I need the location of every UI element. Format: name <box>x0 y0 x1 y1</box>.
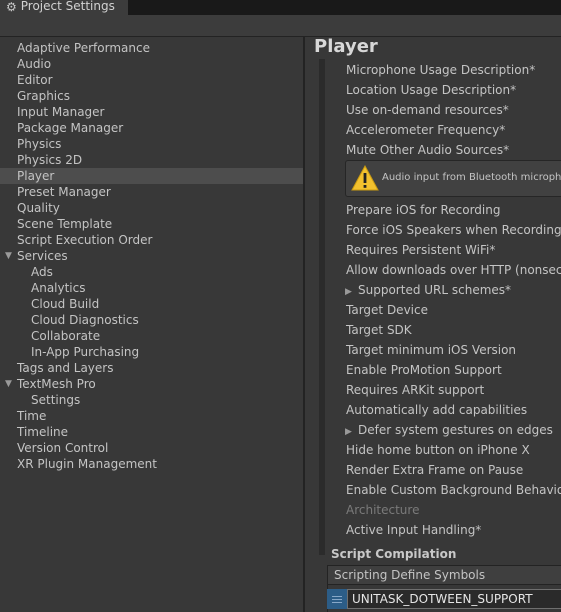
sidebar-item-quality[interactable]: Quality <box>0 200 303 216</box>
target-minimum-ios-version-label: Target minimum iOS Version <box>346 343 517 357</box>
sidebar-item-label: Editor <box>17 73 53 87</box>
sidebar-item-textmesh-pro[interactable]: ▼ TextMesh Pro <box>0 376 303 392</box>
sidebar-item-label: Package Manager <box>17 121 124 135</box>
location-usage-description-label: Location Usage Description* <box>346 83 517 97</box>
use-on-demand-resources-label: Use on-demand resources* <box>346 103 509 117</box>
sidebar-item-label: Version Control <box>17 441 109 455</box>
sidebar-item-label: Services <box>17 249 68 263</box>
sidebar-item-label: Settings <box>31 393 81 407</box>
sidebar-item-services[interactable]: ▼ Services <box>0 248 303 264</box>
enable-custom-background-behaviors-label: Enable Custom Background Behaviors <box>346 483 561 497</box>
mute-other-audio-sources-label: Mute Other Audio Sources* <box>346 143 510 157</box>
expand-arrow-icon[interactable]: ▼ <box>5 248 12 264</box>
requires-persistent-wifi-label: Requires Persistent WiFi* <box>346 243 496 257</box>
sidebar-item-label: Audio <box>17 57 52 71</box>
settings-category-list: Adaptive Performance Audio Editor Graphics I… <box>0 37 303 612</box>
enable-promotion-support-label: Enable ProMotion Support <box>346 363 502 377</box>
supported-url-schemes-foldout[interactable]: ▶ Supported URL schemes* <box>345 280 511 300</box>
sidebar-item-physics[interactable]: Physics <box>0 136 303 152</box>
hide-home-button-label: Hide home button on iPhone X <box>346 443 530 457</box>
target-device-label: Target Device <box>346 303 428 317</box>
sidebar-item-label: Physics <box>17 137 62 151</box>
sidebar-item-tags-and-layers[interactable]: Tags and Layers <box>0 360 303 376</box>
sidebar-item-settings[interactable]: Settings <box>0 392 303 408</box>
prepare-ios-for-recording-label: Prepare iOS for Recording <box>346 203 501 217</box>
sidebar-item-cloud-diagnostics[interactable]: Cloud Diagnostics <box>0 312 303 328</box>
warning-icon <box>351 165 379 191</box>
drag-handle-icon[interactable] <box>327 589 347 609</box>
sidebar-item-script-execution-order[interactable]: Script Execution Order <box>0 232 303 248</box>
player-settings-panel: Player Microphone Usage Description* Loc… <box>305 37 561 612</box>
sidebar-item-timeline[interactable]: Timeline <box>0 424 303 440</box>
sidebar-item-ads[interactable]: Ads <box>0 264 303 280</box>
sidebar-item-xr-plugin-management[interactable]: XR Plugin Management <box>0 456 303 472</box>
sidebar-item-preset-manager[interactable]: Preset Manager <box>0 184 303 200</box>
window-titlebar: ⚙ Project Settings <box>0 0 561 15</box>
sidebar-item-label: In-App Purchasing <box>31 345 140 359</box>
toolbar <box>0 15 561 37</box>
sidebar-item-label: Physics 2D <box>17 153 83 167</box>
gear-icon: ⚙ <box>6 0 17 14</box>
sidebar-item-analytics[interactable]: Analytics <box>0 280 303 296</box>
accelerometer-frequency-label: Accelerometer Frequency* <box>346 123 506 137</box>
inspector-indent-strip <box>319 59 325 555</box>
target-sdk-label: Target SDK <box>346 323 412 337</box>
sidebar-item-label: Preset Manager <box>17 185 111 199</box>
script-compilation-header: Script Compilation <box>331 547 457 561</box>
sidebar-item-label: Time <box>17 409 47 423</box>
sidebar-item-label: Analytics <box>31 281 86 295</box>
force-ios-speakers-label: Force iOS Speakers when Recording <box>346 223 561 237</box>
project-settings-tab[interactable]: ⚙ Project Settings <box>0 0 128 15</box>
sidebar-item-in-app-purchasing[interactable]: In-App Purchasing <box>0 344 303 360</box>
sidebar-item-label: Player <box>17 169 55 183</box>
scripting-define-symbols-list-header: Scripting Define Symbols <box>327 565 561 585</box>
foldout-arrow-icon[interactable]: ▶ <box>345 422 358 442</box>
sidebar-item-version-control[interactable]: Version Control <box>0 440 303 456</box>
sidebar-item-audio[interactable]: Audio <box>0 56 303 72</box>
sidebar-item-label: Cloud Diagnostics <box>31 313 139 327</box>
defer-system-gestures-label: Defer system gestures on edges <box>358 423 553 437</box>
sidebar-item-label: Collaborate <box>31 329 101 343</box>
sidebar-item-label: Tags and Layers <box>17 361 114 375</box>
sidebar-item-label: Scene Template <box>17 217 113 231</box>
tab-title: Project Settings <box>20 0 115 13</box>
sidebar-item-label: Ads <box>31 265 53 279</box>
sidebar-item-label: Quality <box>17 201 60 215</box>
sidebar-item-cloud-build[interactable]: Cloud Build <box>0 296 303 312</box>
sidebar-item-time[interactable]: Time <box>0 408 303 424</box>
defer-system-gestures-foldout[interactable]: ▶ Defer system gestures on edges <box>345 420 553 440</box>
page-title: Player <box>314 37 378 57</box>
microphone-usage-description-label: Microphone Usage Description* <box>346 63 536 77</box>
foldout-arrow-icon[interactable]: ▶ <box>345 282 358 302</box>
sidebar-item-graphics[interactable]: Graphics <box>0 88 303 104</box>
requires-arkit-support-label: Requires ARKit support <box>346 383 485 397</box>
sidebar-item-label: Graphics <box>17 89 70 103</box>
allow-http-downloads-label: Allow downloads over HTTP (nonsecu <box>346 263 561 277</box>
architecture-label: Architecture <box>346 503 420 517</box>
scripting-define-symbols-label: Scripting Define Symbols <box>334 568 486 582</box>
sidebar-item-label: Timeline <box>17 425 69 439</box>
sidebar-item-input-manager[interactable]: Input Manager <box>0 104 303 120</box>
expand-arrow-icon[interactable]: ▼ <box>5 376 12 392</box>
sidebar-item-editor[interactable]: Editor <box>0 72 303 88</box>
sidebar-item-label: XR Plugin Management <box>17 457 157 471</box>
audio-warning-helpbox: Audio input from Bluetooth micropho <box>345 160 561 197</box>
sidebar-item-package-manager[interactable]: Package Manager <box>0 120 303 136</box>
sidebar-item-label: TextMesh Pro <box>17 377 96 391</box>
sidebar-item-label: Cloud Build <box>31 297 100 311</box>
sidebar-item-adaptive-performance[interactable]: Adaptive Performance <box>0 40 303 56</box>
sidebar-item-scene-template[interactable]: Scene Template <box>0 216 303 232</box>
sidebar-item-physics-2d[interactable]: Physics 2D <box>0 152 303 168</box>
sidebar-item-player[interactable]: Player <box>0 168 303 184</box>
define-symbol-field[interactable] <box>347 589 561 609</box>
active-input-handling-label: Active Input Handling* <box>346 523 482 537</box>
sidebar-item-label: Adaptive Performance <box>17 41 150 55</box>
sidebar-item-label: Input Manager <box>17 105 105 119</box>
sidebar-item-label: Script Execution Order <box>17 233 153 247</box>
sidebar-item-collaborate[interactable]: Collaborate <box>0 328 303 344</box>
render-extra-frame-label: Render Extra Frame on Pause <box>346 463 524 477</box>
supported-url-schemes-label: Supported URL schemes* <box>358 283 512 297</box>
automatically-add-capabilities-label: Automatically add capabilities <box>346 403 528 417</box>
warning-message: Audio input from Bluetooth micropho <box>382 172 561 183</box>
